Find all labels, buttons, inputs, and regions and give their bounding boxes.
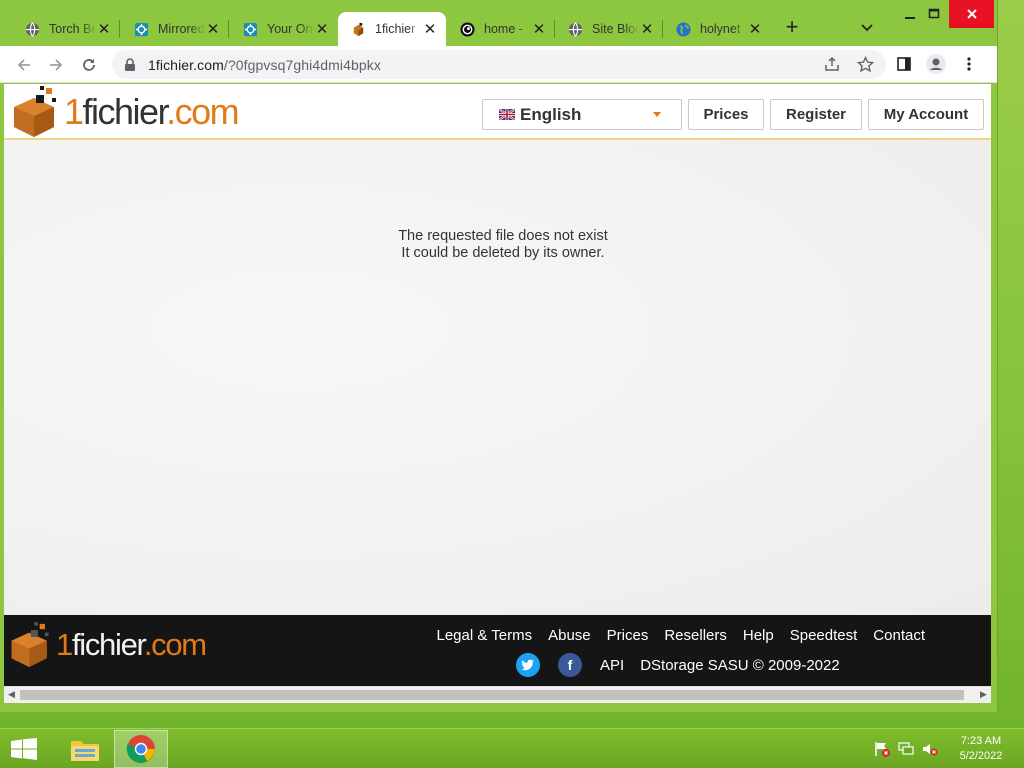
fichier-logo-icon (11, 622, 49, 667)
prices-button[interactable]: Prices (688, 99, 764, 130)
tab-site-blocked[interactable]: Site Blocked ✕ (555, 12, 663, 46)
profile-avatar-icon[interactable] (926, 54, 946, 74)
clock-time: 7:23 AM (960, 735, 1002, 747)
tab-mirrored[interactable]: Mirrored ✕ (121, 12, 229, 46)
footer-logo[interactable]: 1fichier.com (8, 621, 207, 669)
network-icon (242, 21, 258, 37)
register-button[interactable]: Register (770, 99, 862, 130)
menu-icon[interactable] (959, 54, 979, 74)
footer-link-abuse[interactable]: Abuse (548, 627, 591, 644)
tab-label: 1fichier (375, 22, 416, 36)
reload-button[interactable] (77, 53, 101, 77)
back-button[interactable] (12, 53, 36, 77)
spiral-icon (459, 21, 475, 37)
browser-toolbar: 1fichier.com/?0fgpvsq7ghi4dmi4bpkx (0, 46, 997, 83)
footer-links: Legal & Terms Abuse Prices Resellers Hel… (437, 627, 926, 644)
language-label: English (520, 104, 582, 124)
system-clock[interactable]: 7:23 AM 5/2/2022 (950, 734, 1012, 764)
scroll-right-icon[interactable]: ▶ (980, 689, 987, 700)
scrollbar-thumb[interactable] (20, 690, 964, 700)
url-text: 1fichier.com/?0fgpvsq7ghi4dmi4bpkx (148, 57, 381, 73)
chrome-taskbar-icon[interactable] (114, 730, 168, 768)
my-account-button[interactable]: My Account (868, 99, 984, 130)
tab-your-online[interactable]: Your Online ✕ (230, 12, 338, 46)
twitter-icon[interactable] (516, 653, 540, 677)
uk-flag-icon (499, 109, 515, 120)
globe-icon (567, 21, 583, 37)
chevron-down-icon (653, 112, 661, 117)
side-panel-icon[interactable] (894, 54, 914, 74)
tab-label: Your Online (267, 22, 314, 36)
close-icon[interactable]: ✕ (422, 20, 438, 38)
maximize-button[interactable] (918, 0, 950, 28)
lock-icon (124, 57, 138, 72)
close-icon[interactable]: ✕ (205, 20, 221, 38)
windows-start-icon[interactable] (11, 738, 37, 760)
site-header: 1fichier.com English Prices Register My … (4, 84, 991, 140)
new-tab-button[interactable]: + (781, 16, 803, 39)
api-link[interactable]: API (600, 657, 624, 674)
close-icon[interactable]: ✕ (314, 20, 330, 38)
tab-strip: Torch Browser ✕ Mirrored ✕ Your Online ✕… (0, 0, 997, 46)
footer-logo-wordmark: 1fichier.com (56, 627, 207, 662)
network-icon (133, 21, 149, 37)
address-bar[interactable]: 1fichier.com/?0fgpvsq7ghi4dmi4bpkx (112, 50, 886, 79)
tab-1fichier[interactable]: 1fichier ✕ (338, 12, 446, 46)
tab-holynet[interactable]: holynet ✕ (663, 12, 771, 46)
url-host: 1fichier.com (148, 56, 224, 73)
clock-date: 5/2/2022 (959, 750, 1003, 762)
close-icon[interactable]: ✕ (96, 20, 112, 38)
footer-link-prices[interactable]: Prices (607, 627, 649, 644)
language-selector[interactable]: English (482, 99, 682, 130)
site-footer: 1fichier.com Legal & Terms Abuse Prices … (4, 615, 991, 686)
tab-torch[interactable]: Torch Browser ✕ (12, 12, 120, 46)
footer-link-help[interactable]: Help (743, 627, 774, 644)
scroll-left-icon[interactable]: ◀ (8, 689, 15, 700)
forward-button[interactable] (44, 53, 68, 77)
main-content: The requested file does not exist It cou… (4, 140, 991, 615)
share-icon[interactable] (822, 54, 842, 74)
footer-row2: f API DStorage SASU © 2009-2022 (516, 653, 840, 677)
error-message-line2: It could be deleted by its owner. (401, 245, 605, 261)
copyright-text: DStorage SASU © 2009-2022 (640, 656, 840, 674)
footer-link-legal[interactable]: Legal & Terms (437, 627, 533, 644)
url-path: /?0fgpvsq7ghi4dmi4bpkx (223, 56, 381, 73)
tab-label: holynet (700, 22, 741, 36)
footer-link-contact[interactable]: Contact (873, 627, 925, 644)
fichier-logo-icon (14, 86, 56, 137)
tab-home[interactable]: home - ✕ (447, 12, 555, 46)
tab-label: Torch Browser (49, 22, 96, 36)
tab-label: Mirrored (158, 22, 205, 36)
facebook-icon[interactable]: f (558, 653, 582, 677)
taskbar: 7:23 AM 5/2/2022 (0, 728, 1024, 768)
close-icon[interactable]: ✕ (531, 20, 547, 38)
network-status-icon[interactable] (898, 741, 914, 757)
close-icon[interactable]: ✕ (639, 20, 655, 38)
fichier-box-icon (350, 21, 366, 37)
earth-icon (675, 21, 691, 37)
logo-wordmark: 1fichier.com (64, 91, 240, 132)
close-icon[interactable]: ✕ (747, 20, 763, 38)
tab-label: Site Blocked (592, 22, 639, 36)
tab-search-icon[interactable] (860, 20, 878, 36)
horizontal-scrollbar[interactable]: ◀ ▶ (4, 686, 991, 703)
globe-icon (24, 21, 40, 37)
volume-muted-icon[interactable] (922, 741, 938, 757)
file-explorer-icon[interactable] (58, 730, 112, 768)
action-center-flag-icon[interactable] (874, 741, 890, 757)
site-logo[interactable]: 1fichier.com (10, 86, 240, 138)
bookmark-star-icon[interactable] (855, 54, 875, 74)
footer-link-resellers[interactable]: Resellers (664, 627, 727, 644)
web-page: 1fichier.com English Prices Register My … (4, 84, 991, 686)
window-close-button[interactable] (949, 0, 994, 28)
footer-link-speedtest[interactable]: Speedtest (790, 627, 858, 644)
tab-label: home - (484, 22, 523, 36)
error-message-line1: The requested file does not exist (398, 228, 608, 244)
